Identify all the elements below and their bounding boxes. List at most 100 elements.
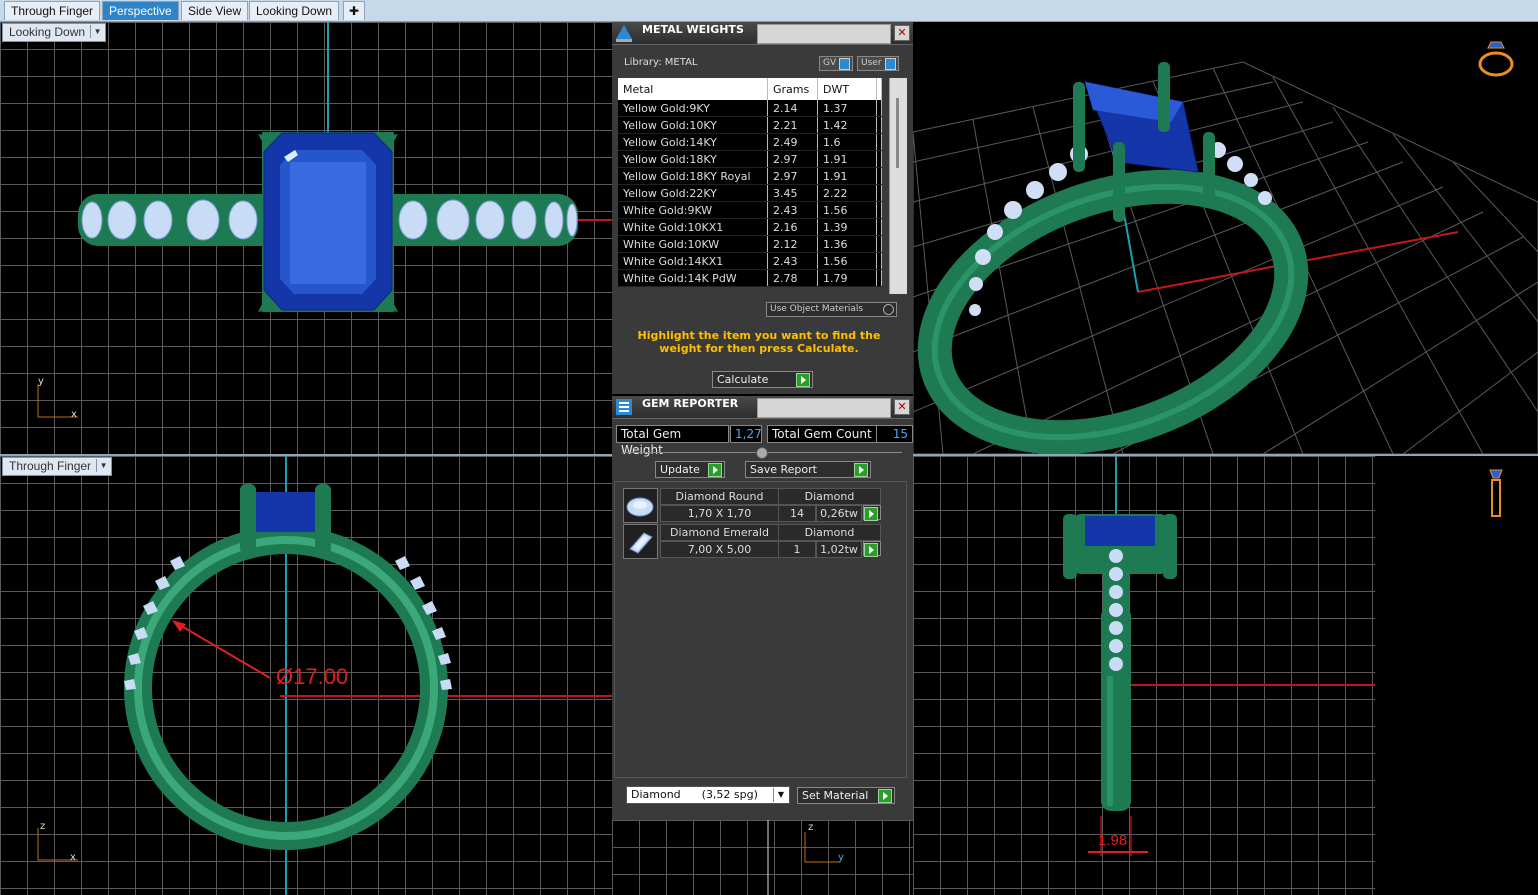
dwt-cell: 1.56 bbox=[817, 252, 877, 270]
gem-material: Diamond bbox=[778, 488, 881, 505]
axis-label-x: x bbox=[71, 409, 77, 420]
gem-reporter-titlebar[interactable]: GEM REPORTER ✕ bbox=[612, 396, 913, 419]
set-material-button[interactable]: Set Material bbox=[797, 787, 895, 804]
side-view-ring-icon[interactable] bbox=[1485, 466, 1507, 522]
tab-through-finger[interactable]: Through Finger bbox=[4, 1, 101, 20]
scroll-thumb[interactable] bbox=[896, 98, 899, 168]
axis-label-x: x bbox=[70, 852, 76, 863]
metal-cell: Yellow Gold:18KY bbox=[618, 150, 768, 168]
column-header-grams[interactable]: Grams bbox=[767, 78, 818, 100]
table-row[interactable]: White Gold:14K PdW 2.78 1.79 bbox=[618, 269, 882, 287]
table-row[interactable]: White Gold:10KW 2.12 1.36 bbox=[618, 235, 882, 253]
close-icon[interactable]: ✕ bbox=[894, 25, 910, 41]
table-row[interactable]: Yellow Gold:14KY 2.49 1.6 bbox=[618, 133, 882, 151]
play-icon bbox=[864, 507, 878, 521]
metal-cell: White Gold:14K PdW bbox=[618, 269, 768, 287]
dwt-cell: 1.37 bbox=[817, 100, 877, 117]
view-tab-bar: Through Finger Perspective Side View Loo… bbox=[0, 0, 1538, 22]
table-row[interactable]: Yellow Gold:22KY 3.45 2.22 bbox=[618, 184, 882, 202]
gem-detail-button[interactable] bbox=[863, 541, 881, 557]
gem-name: Diamond Round bbox=[660, 488, 779, 505]
metal-weights-titlebar[interactable]: METAL WEIGHTS ✕ bbox=[612, 22, 913, 45]
column-header-metal[interactable]: Metal bbox=[618, 78, 768, 100]
user-toggle[interactable]: User bbox=[857, 56, 899, 71]
table-row[interactable]: Yellow Gold:10KY 2.21 1.42 bbox=[618, 116, 882, 134]
grams-cell: 2.43 bbox=[767, 201, 818, 219]
splitter-handle[interactable] bbox=[756, 447, 768, 459]
panel-title: METAL WEIGHTS bbox=[642, 23, 744, 36]
viewport-side-view[interactable]: 1.98 bbox=[913, 456, 1538, 895]
view-dropdown-through-finger[interactable]: Through Finger ▼ bbox=[2, 457, 113, 476]
plus-icon: ✚ bbox=[349, 4, 360, 18]
grams-cell: 2.14 bbox=[767, 100, 818, 117]
grams-cell: 2.97 bbox=[767, 150, 818, 168]
instruction-text: Highlight the item you want to find the … bbox=[637, 329, 881, 355]
chevron-down-icon: ▼ bbox=[96, 459, 110, 472]
table-row[interactable]: White Gold:10KX1 2.16 1.39 bbox=[618, 218, 882, 236]
grams-cell: 2.16 bbox=[767, 218, 818, 236]
add-tab-button[interactable]: ✚ bbox=[343, 1, 366, 20]
tab-side-view[interactable]: Side View bbox=[181, 1, 249, 20]
toggle-icon bbox=[884, 58, 896, 70]
column-header-dwt[interactable]: DWT bbox=[817, 78, 877, 100]
tab-looking-down[interactable]: Looking Down bbox=[249, 1, 340, 20]
viewport-through-finger[interactable]: Through Finger ▼ Ø17.00 z x bbox=[0, 456, 612, 895]
panel-title: GEM REPORTER bbox=[642, 397, 739, 410]
table-row[interactable]: Yellow Gold:18KY Royal 2.97 1.91 bbox=[618, 167, 882, 185]
gem-weight: 1,02tw bbox=[816, 541, 862, 558]
update-button[interactable]: Update bbox=[655, 461, 725, 478]
metal-weights-panel: METAL WEIGHTS ✕ Library: METAL GV User M… bbox=[612, 22, 913, 394]
dwt-cell: 2.22 bbox=[817, 184, 877, 202]
axis-label-z: z bbox=[40, 821, 46, 832]
viewport-strip: z y bbox=[612, 820, 913, 895]
grams-cell: 2.43 bbox=[767, 252, 818, 270]
viewport-perspective[interactable] bbox=[913, 22, 1538, 454]
gem-detail-button[interactable] bbox=[863, 505, 881, 521]
gv-toggle[interactable]: GV bbox=[819, 56, 854, 71]
dwt-cell: 1.91 bbox=[817, 150, 877, 168]
table-row[interactable]: Yellow Gold:18KY 2.97 1.91 bbox=[618, 150, 882, 168]
metal-cell: White Gold:14KX1 bbox=[618, 252, 768, 270]
metal-cell: White Gold:10KX1 bbox=[618, 218, 768, 236]
metal-table-scrollbar[interactable] bbox=[889, 78, 907, 294]
ring-perspective-view bbox=[913, 61, 1538, 454]
table-row[interactable]: Yellow Gold:9KY 2.14 1.37 bbox=[618, 100, 882, 117]
play-icon bbox=[878, 789, 892, 803]
table-row[interactable]: White Gold:14KX1 2.43 1.56 bbox=[618, 252, 882, 270]
diameter-dimension-label: Ø17.00 bbox=[276, 664, 349, 689]
use-object-materials-checkbox[interactable]: Use Object Materials bbox=[766, 302, 897, 317]
dwt-cell: 1.56 bbox=[817, 201, 877, 219]
total-gem-weight-label: Total Gem Weight bbox=[616, 425, 729, 457]
width-dimension-label: 1.98 bbox=[1098, 832, 1128, 849]
emerald-gem-icon bbox=[623, 524, 658, 559]
axis-label-y: y bbox=[838, 852, 844, 863]
gem-row[interactable]: Diamond Emerald Diamond 7,00 X 5,00 1 1,… bbox=[623, 524, 881, 559]
play-icon bbox=[854, 463, 868, 477]
gem-list: Diamond Round Diamond 1,70 X 1,70 14 0,2… bbox=[614, 481, 907, 778]
gem-reporter-panel: GEM REPORTER ✕ Total Gem Weight 1,27 Tot… bbox=[612, 396, 913, 820]
table-row[interactable]: White Gold:9KW 2.43 1.56 bbox=[618, 201, 882, 219]
toggle-icon bbox=[839, 58, 851, 70]
grams-cell: 2.97 bbox=[767, 167, 818, 185]
grams-cell: 2.49 bbox=[767, 133, 818, 151]
view-dropdown-looking-down[interactable]: Looking Down ▼ bbox=[2, 23, 107, 42]
tab-perspective[interactable]: Perspective bbox=[102, 1, 179, 20]
close-icon[interactable]: ✕ bbox=[894, 399, 910, 415]
ring-side-view bbox=[1063, 456, 1538, 895]
dwt-cell: 1.42 bbox=[817, 116, 877, 134]
gem-count: 1 bbox=[778, 541, 816, 558]
axis-label-z: z bbox=[808, 822, 814, 833]
calculate-button[interactable]: Calculate bbox=[712, 371, 813, 388]
gem-size: 1,70 X 1,70 bbox=[660, 505, 779, 522]
save-report-button[interactable]: Save Report bbox=[745, 461, 871, 478]
ring-view-icon[interactable] bbox=[1473, 34, 1519, 80]
play-icon bbox=[708, 463, 722, 477]
grams-cell: 2.78 bbox=[767, 269, 818, 287]
play-icon bbox=[864, 543, 878, 557]
total-gem-count-label: Total Gem Count bbox=[767, 425, 877, 443]
viewport-looking-down[interactable]: Looking Down ▼ y x bbox=[0, 22, 612, 454]
material-select[interactable]: Diamond (3,52 spg) ▼ bbox=[626, 786, 790, 804]
gem-weight: 0,26tw bbox=[816, 505, 862, 522]
gem-row[interactable]: Diamond Round Diamond 1,70 X 1,70 14 0,2… bbox=[623, 488, 881, 523]
scale-icon bbox=[614, 23, 634, 43]
